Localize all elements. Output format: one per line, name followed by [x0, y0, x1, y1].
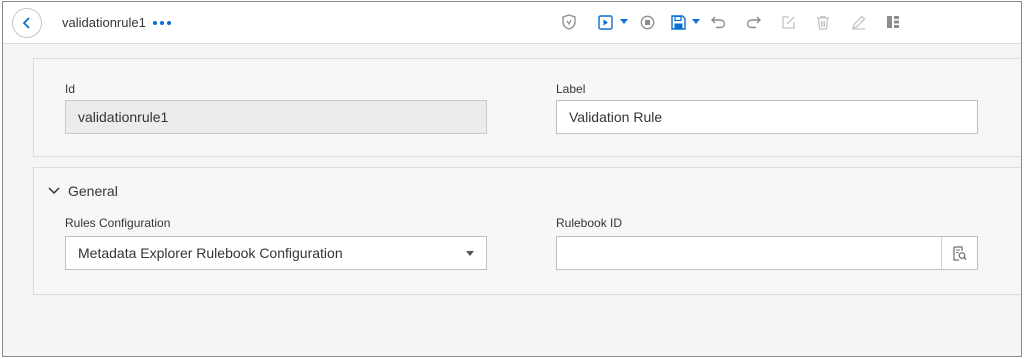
- pencil-icon: [851, 15, 865, 30]
- edit-box-icon: [781, 15, 795, 29]
- save-dropdown-caret[interactable]: [692, 19, 700, 24]
- layout-icon: [887, 16, 899, 28]
- stop-icon: [640, 15, 654, 29]
- id-value: validationrule1: [78, 109, 169, 125]
- value-help-button[interactable]: [941, 237, 977, 269]
- save-icon: [670, 14, 686, 30]
- rules-config-value: Metadata Explorer Rulebook Configuration: [78, 245, 343, 261]
- run-dropdown-caret[interactable]: [620, 19, 628, 24]
- general-section-toggle[interactable]: General: [48, 183, 118, 199]
- general-section: General Rules Configuration Metadata Exp…: [33, 167, 1021, 295]
- rename-button[interactable]: [850, 13, 866, 31]
- run-button[interactable]: [597, 13, 613, 31]
- label-label: Label: [556, 82, 586, 96]
- more-icon: [153, 21, 157, 25]
- layout-button[interactable]: [885, 13, 901, 31]
- rules-config-select[interactable]: Metadata Explorer Rulebook Configuration: [65, 236, 487, 270]
- page-title: validationrule1: [62, 15, 146, 30]
- app-window: validationrule1 Id validationrule1 Label…: [2, 1, 1022, 357]
- general-heading: General: [68, 183, 118, 199]
- label-value: Validation Rule: [569, 109, 663, 125]
- id-field: validationrule1: [65, 100, 487, 134]
- trash-icon: [817, 15, 829, 30]
- undo-button[interactable]: [710, 13, 726, 31]
- label-field[interactable]: Validation Rule: [556, 100, 978, 134]
- undo-icon: [710, 16, 725, 29]
- validate-button[interactable]: [561, 13, 577, 31]
- stop-button[interactable]: [639, 13, 655, 31]
- delete-button[interactable]: [815, 13, 831, 31]
- save-button[interactable]: [670, 13, 686, 31]
- identity-section: Id validationrule1 Label Validation Rule: [33, 58, 1021, 157]
- play-icon: [597, 14, 613, 30]
- chevron-left-icon: [22, 17, 30, 29]
- id-label: Id: [65, 82, 76, 96]
- redo-button[interactable]: [745, 13, 761, 31]
- caret-down-icon: [466, 251, 474, 256]
- rulebook-id-label: Rulebook ID: [556, 216, 623, 230]
- chevron-down-icon: [48, 187, 60, 195]
- more-options-button[interactable]: [153, 14, 171, 32]
- shield-icon: [562, 14, 576, 30]
- toolbar: validationrule1: [3, 2, 1021, 44]
- edit-box-button[interactable]: [780, 13, 796, 31]
- rulebook-id-field[interactable]: [556, 236, 978, 270]
- value-help-icon: [952, 245, 966, 261]
- rules-config-label: Rules Configuration: [65, 216, 171, 230]
- back-button[interactable]: [12, 8, 42, 38]
- redo-icon: [746, 16, 761, 29]
